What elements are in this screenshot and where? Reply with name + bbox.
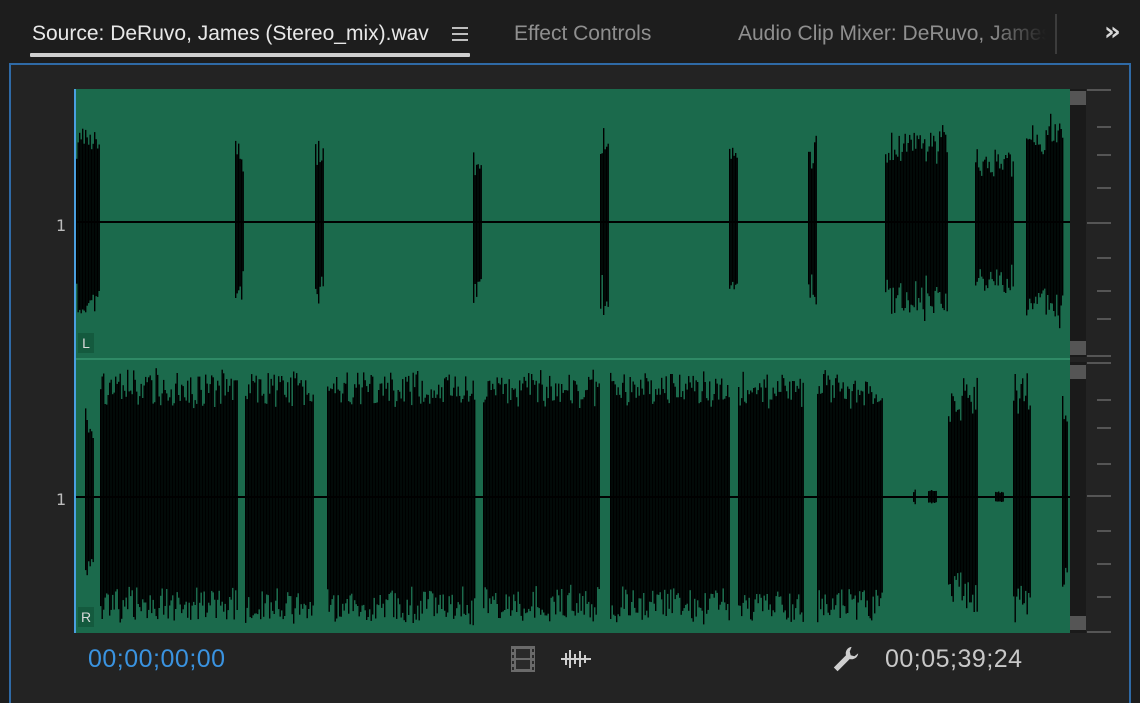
waveform-graphic — [75, 113, 1070, 626]
ruler-tick — [1087, 362, 1111, 364]
tab-overflow-fade — [990, 12, 1056, 56]
left-scroll-top-handle[interactable] — [1070, 91, 1086, 105]
right-channel-scrollbar[interactable] — [1070, 362, 1086, 633]
current-timecode[interactable]: 00;00;00;00 — [88, 645, 226, 674]
left-channel-badge: L — [78, 333, 94, 353]
double-chevron-right-icon[interactable]: » — [1104, 18, 1130, 46]
ruler-tick — [1087, 89, 1111, 91]
ruler-tick — [1097, 563, 1111, 565]
channel-1-left-label: 1 — [56, 216, 67, 235]
right-scroll-bottom-handle[interactable] — [1070, 616, 1086, 630]
tab-effect-controls[interactable]: Effect Controls — [514, 20, 651, 50]
ruler-tick — [1097, 318, 1111, 320]
ruler-tick — [1097, 187, 1111, 189]
tab-source[interactable]: Source: DeRuvo, James (Stereo_mix).wav — [32, 20, 429, 50]
active-tab-indicator — [30, 53, 470, 57]
film-strip-icon[interactable] — [510, 644, 538, 674]
playhead[interactable] — [74, 89, 76, 633]
ruler-tick — [1097, 530, 1111, 532]
left-scroll-bottom-handle[interactable] — [1070, 341, 1086, 355]
ruler-tick — [1087, 355, 1111, 357]
left-amplitude-ruler — [1087, 89, 1111, 357]
hamburger-menu-icon[interactable] — [452, 27, 468, 41]
ruler-tick — [1097, 290, 1111, 292]
ruler-tick — [1097, 399, 1111, 401]
ruler-tick — [1097, 463, 1111, 465]
left-channel-scrollbar[interactable] — [1070, 89, 1086, 357]
ruler-tick — [1097, 126, 1111, 128]
clip-duration-timecode: 00;05;39;24 — [885, 645, 1023, 673]
right-channel-badge: R — [78, 607, 94, 627]
ruler-tick — [1097, 257, 1111, 259]
ruler-tick — [1097, 596, 1111, 598]
waveform-icon[interactable] — [560, 644, 592, 674]
ruler-tick — [1097, 427, 1111, 429]
channel-divider — [75, 358, 1070, 360]
right-scroll-top-handle[interactable] — [1070, 365, 1086, 379]
panel-tab-bar: Source: DeRuvo, James (Stereo_mix).wav E… — [0, 0, 1140, 62]
right-amplitude-ruler — [1087, 362, 1111, 633]
wrench-icon[interactable] — [830, 644, 862, 674]
tab-divider — [1055, 14, 1057, 54]
ruler-tick — [1097, 154, 1111, 156]
ruler-tick — [1087, 631, 1111, 633]
ruler-tick — [1087, 495, 1111, 497]
channel-1-right-label: 1 — [56, 490, 67, 509]
ruler-tick — [1087, 222, 1111, 224]
